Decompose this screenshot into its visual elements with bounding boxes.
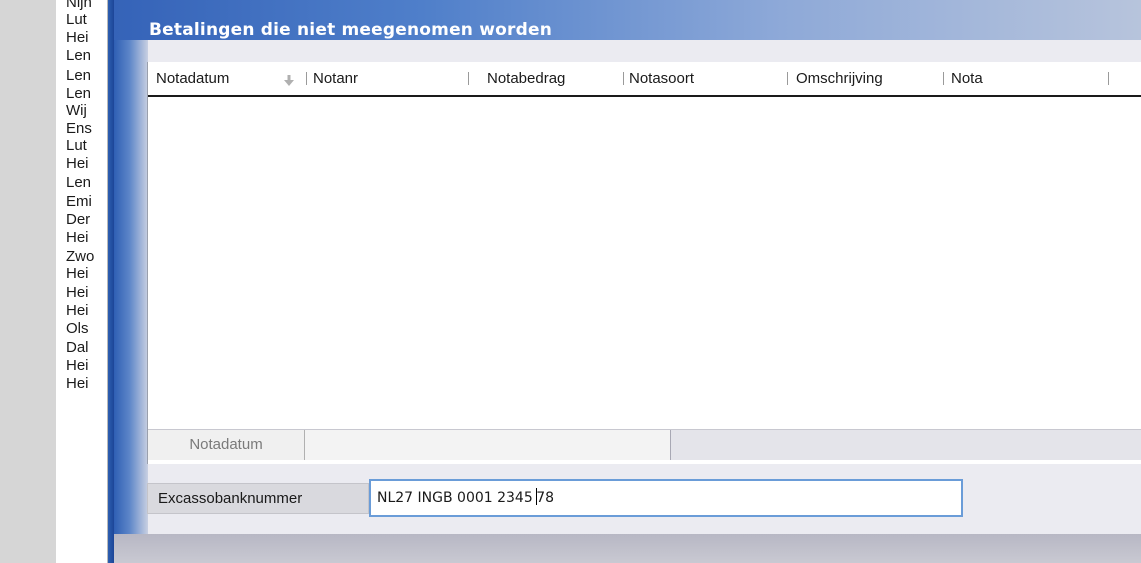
- background-list-item[interactable]: Hei: [66, 302, 89, 319]
- background-list-item[interactable]: Zwo: [66, 248, 94, 265]
- side-gradient: [114, 40, 148, 534]
- filter-row-remainder: [671, 430, 1141, 460]
- sort-descending-icon[interactable]: [284, 75, 294, 86]
- left-gutter: [0, 0, 56, 563]
- background-list-item[interactable]: Lut: [66, 137, 87, 154]
- grid-filter-row: Notadatum: [148, 429, 1141, 460]
- column-header-notadatum[interactable]: Notadatum: [156, 68, 229, 90]
- filter-input-notadatum[interactable]: [305, 430, 671, 460]
- background-list-item[interactable]: Len: [66, 67, 91, 84]
- input-text-before-caret: NL27 INGB 0001 2345: [377, 490, 538, 506]
- background-list-item[interactable]: Ens: [66, 120, 92, 137]
- background-list-item[interactable]: Hei: [66, 357, 89, 374]
- column-header-omschrijving[interactable]: Omschrijving: [796, 68, 883, 90]
- background-list-item[interactable]: Len: [66, 85, 91, 102]
- column-separator[interactable]: [306, 72, 307, 85]
- grid-header: Notadatum Notanr Notabedrag Notasoort Om…: [148, 62, 1141, 97]
- background-list-item[interactable]: Ols: [66, 320, 89, 337]
- excassobanknummer-label: Excassobanknummer: [147, 483, 369, 514]
- dialog-title: Betalingen die niet meegenomen worden: [149, 20, 552, 40]
- background-list-item[interactable]: Hei: [66, 155, 89, 172]
- background-list-item[interactable]: Der: [66, 211, 90, 228]
- column-separator[interactable]: [1108, 72, 1109, 85]
- payments-grid: Notadatum Notanr Notabedrag Notasoort Om…: [147, 62, 1141, 464]
- background-list-item[interactable]: Len: [66, 47, 91, 64]
- column-separator[interactable]: [943, 72, 944, 85]
- column-separator[interactable]: [787, 72, 788, 85]
- filter-label-notadatum: Notadatum: [148, 430, 305, 460]
- background-list-item[interactable]: Hei: [66, 229, 89, 246]
- background-list-item[interactable]: Hei: [66, 265, 89, 282]
- background-list-item[interactable]: Lut: [66, 11, 87, 28]
- column-header-notabedrag[interactable]: Notabedrag: [487, 68, 565, 90]
- background-list-item[interactable]: Nijn: [66, 0, 92, 11]
- background-list-item[interactable]: Wij: [66, 102, 87, 119]
- background-list-item[interactable]: Hei: [66, 284, 89, 301]
- background-list-item[interactable]: Dal: [66, 339, 89, 356]
- column-separator[interactable]: [623, 72, 624, 85]
- background-list-item[interactable]: Hei: [66, 375, 89, 392]
- column-header-nota[interactable]: Nota: [951, 68, 983, 90]
- bottom-strip: [114, 534, 1141, 563]
- background-list-item[interactable]: Len: [66, 174, 91, 191]
- column-header-notasoort[interactable]: Notasoort: [629, 68, 694, 90]
- excassobanknummer-input[interactable]: NL27 INGB 0001 2345 78: [369, 479, 963, 517]
- background-list-item[interactable]: Hei: [66, 29, 89, 46]
- column-separator[interactable]: [468, 72, 469, 85]
- input-text-after-caret: 78: [536, 490, 555, 506]
- column-header-notanr[interactable]: Notanr: [313, 68, 358, 90]
- grid-body[interactable]: [148, 99, 1141, 435]
- background-list: Nijn Lut Hei Len Len Len Wij Ens Lut Hei…: [56, 0, 108, 563]
- background-list-item[interactable]: Emi: [66, 193, 92, 210]
